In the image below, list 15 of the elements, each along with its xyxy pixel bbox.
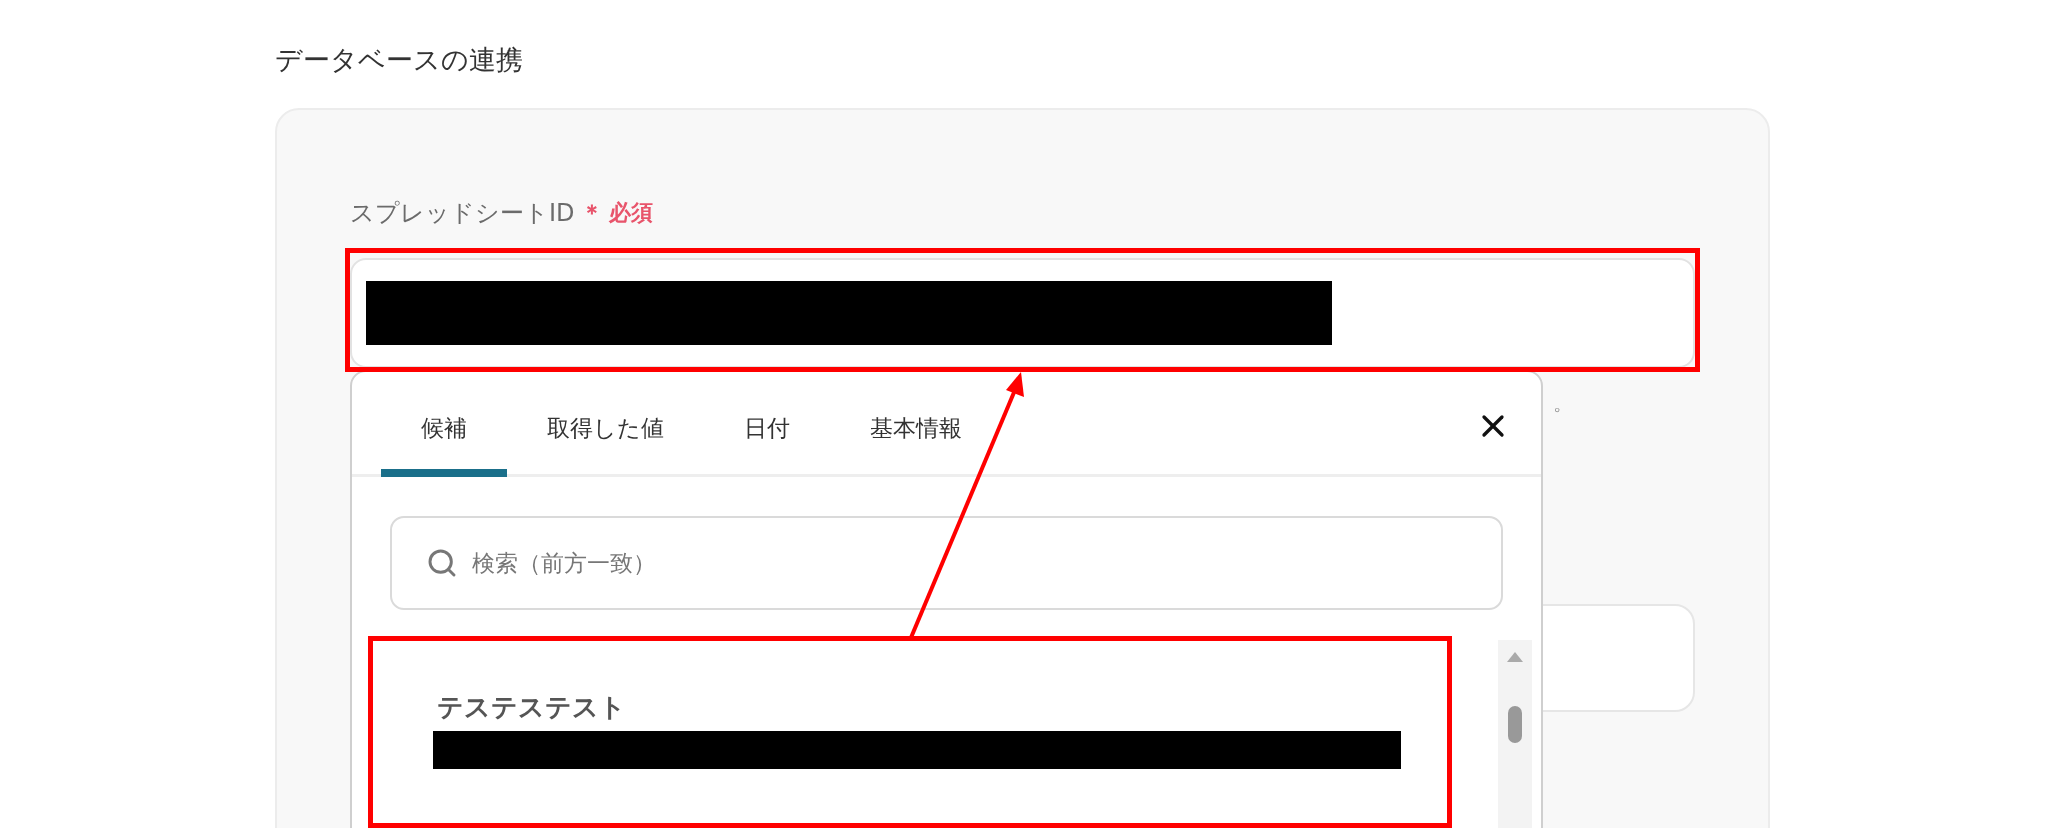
section-title: データベースの連携	[275, 43, 523, 77]
scroll-thumb[interactable]	[1508, 706, 1522, 743]
search-icon	[426, 547, 458, 579]
tab[interactable]: 候補	[381, 413, 507, 477]
tab[interactable]: 日付	[704, 413, 830, 477]
scrollbar[interactable]	[1498, 640, 1532, 828]
tab[interactable]: 取得した値	[507, 413, 704, 477]
required-text: 必須	[608, 199, 653, 227]
field-label: スプレッドシートID	[350, 198, 575, 229]
tab[interactable]: 基本情報	[830, 413, 1002, 477]
helper-text: 。	[1553, 391, 1573, 415]
list-item-title[interactable]: テステステスト	[437, 690, 1498, 724]
scroll-up-icon[interactable]	[1507, 652, 1523, 662]
required-mark: ＊	[580, 199, 603, 227]
search-field[interactable]: 検索（前方一致）	[390, 516, 1503, 610]
